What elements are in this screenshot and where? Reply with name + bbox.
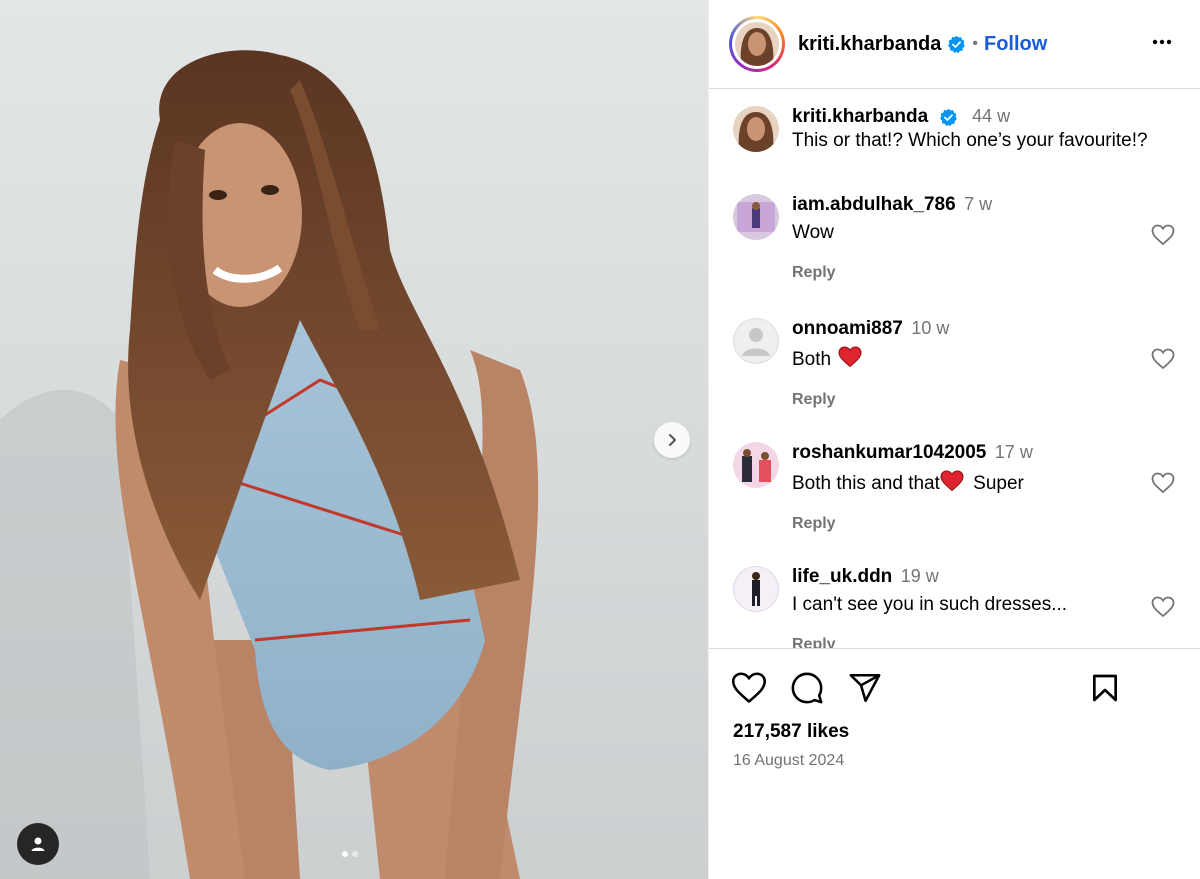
caption-username[interactable]: kriti.kharbanda bbox=[792, 106, 928, 127]
reply-button[interactable]: Reply bbox=[792, 391, 1182, 409]
heart-outline-icon bbox=[1151, 596, 1175, 618]
post-photo bbox=[0, 50, 539, 879]
commenter-avatar[interactable] bbox=[733, 318, 779, 364]
comment-time[interactable]: 7 w bbox=[964, 194, 992, 214]
author-username[interactable]: kriti.kharbanda bbox=[798, 33, 941, 56]
comment-text: Wow bbox=[792, 222, 834, 243]
heart-icon bbox=[731, 672, 767, 703]
story-ring[interactable] bbox=[729, 16, 785, 72]
caption-avatar[interactable] bbox=[733, 106, 779, 152]
comment-text: Both this and that bbox=[792, 473, 940, 494]
likes-count[interactable]: 217,587 likes bbox=[733, 721, 849, 743]
paper-plane-icon bbox=[849, 673, 881, 703]
comment-username[interactable]: iam.abdulhak_786 bbox=[792, 194, 956, 215]
carousel-dot-active bbox=[342, 851, 348, 857]
commenter-avatar[interactable] bbox=[733, 194, 779, 240]
verified-badge-icon bbox=[939, 108, 958, 127]
carousel-dot bbox=[352, 851, 358, 857]
comment-time[interactable]: 19 w bbox=[901, 566, 939, 586]
reply-button[interactable]: Reply bbox=[792, 515, 1182, 533]
more-horizontal-icon bbox=[1152, 39, 1172, 45]
heart-outline-icon bbox=[1151, 348, 1175, 370]
post-actions: 217,587 likes 16 August 2024 bbox=[709, 648, 1200, 879]
bookmark-icon bbox=[1093, 674, 1117, 702]
comment-text-row: Both bbox=[792, 346, 1182, 371]
like-comment-button[interactable] bbox=[1151, 348, 1175, 375]
like-button[interactable] bbox=[731, 671, 767, 710]
tagged-users-button[interactable] bbox=[17, 823, 59, 865]
heart-outline-icon bbox=[1151, 224, 1175, 246]
like-comment-button[interactable] bbox=[1151, 472, 1175, 499]
comments-list[interactable]: kriti.kharbanda 44 w This or that!? Whic… bbox=[709, 90, 1200, 648]
red-heart-emoji-icon bbox=[940, 470, 964, 492]
caption-text: This or that!? Which one’s your favourit… bbox=[792, 130, 1148, 151]
author-avatar bbox=[735, 22, 779, 66]
carousel-next-button[interactable] bbox=[654, 422, 690, 458]
comment-text: I can't see you in such dresses... bbox=[792, 594, 1068, 615]
comment-bubble-icon bbox=[791, 672, 823, 704]
reply-button[interactable]: Reply bbox=[792, 636, 1182, 648]
chevron-right-icon bbox=[669, 434, 676, 446]
user-icon bbox=[31, 837, 45, 851]
save-button[interactable] bbox=[1089, 671, 1121, 710]
comment-username[interactable]: onnoami887 bbox=[792, 318, 903, 339]
carousel-indicator bbox=[342, 851, 358, 857]
reply-button[interactable]: Reply bbox=[792, 264, 1182, 282]
comment-time[interactable]: 17 w bbox=[995, 442, 1033, 462]
post-date[interactable]: 16 August 2024 bbox=[733, 752, 844, 770]
like-comment-button[interactable] bbox=[1151, 224, 1175, 251]
comment-time[interactable]: 10 w bbox=[911, 318, 949, 338]
comment-username[interactable]: life_uk.ddn bbox=[792, 566, 892, 587]
verified-badge-icon bbox=[947, 35, 966, 54]
commenter-avatar[interactable] bbox=[733, 566, 779, 612]
share-button[interactable] bbox=[847, 671, 883, 710]
red-heart-emoji-icon bbox=[838, 346, 862, 368]
comment-button[interactable] bbox=[789, 671, 825, 710]
comment-text: Both bbox=[792, 349, 832, 370]
post-header: kriti.kharbanda • Follow bbox=[709, 0, 1200, 89]
comment-text-suffix: Super bbox=[973, 473, 1024, 494]
separator-dot: • bbox=[972, 35, 978, 52]
caption-time[interactable]: 44 w bbox=[972, 106, 1010, 126]
post-media[interactable] bbox=[0, 0, 708, 879]
commenter-avatar[interactable] bbox=[733, 442, 779, 488]
heart-outline-icon bbox=[1151, 472, 1175, 494]
more-options-button[interactable] bbox=[1150, 30, 1174, 59]
comment-text-row: Both this and that Super bbox=[792, 470, 1182, 495]
follow-button[interactable]: Follow bbox=[984, 33, 1047, 56]
comment-username[interactable]: roshankumar1042005 bbox=[792, 442, 986, 463]
like-comment-button[interactable] bbox=[1151, 596, 1175, 623]
post-side-panel: kriti.kharbanda • Follow kriti.kharbanda… bbox=[708, 0, 1200, 879]
